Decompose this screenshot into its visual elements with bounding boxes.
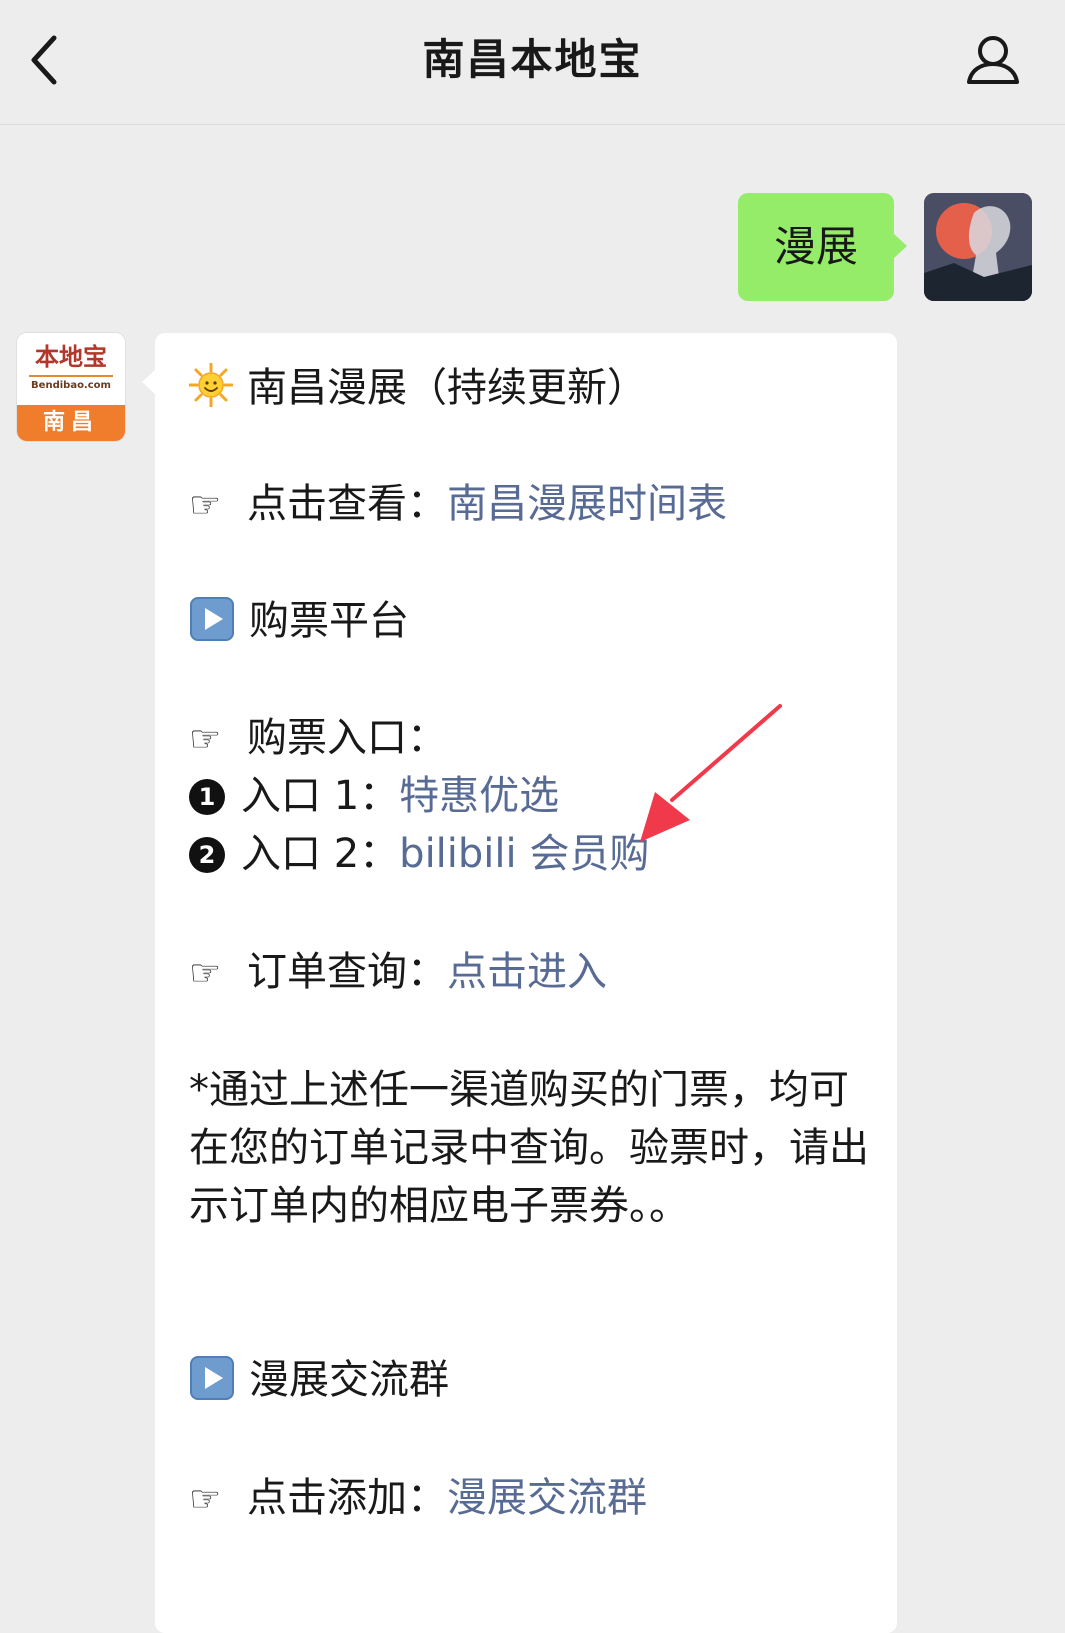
group-section-line: 漫展交流群 xyxy=(189,1351,449,1409)
logo-city-text: 南昌 xyxy=(17,405,125,441)
add-group-line: ☞ 点击添加：漫展交流群 xyxy=(189,1469,647,1529)
entry2-line: 2 入口 2：bilibili 会员购 xyxy=(189,825,649,883)
group-section-text: 漫展交流群 xyxy=(249,1357,449,1403)
pointing-hand-icon: ☞ xyxy=(189,485,222,526)
bot-avatar[interactable]: 本地宝 Bendibao.com 南昌 xyxy=(17,333,125,441)
add-group-label: 点击添加： xyxy=(247,1475,447,1521)
user-message-text: 漫展 xyxy=(773,222,858,271)
order-query-line: ☞ 订单查询：点击进入 xyxy=(189,943,607,1003)
page-title: 南昌本地宝 xyxy=(422,35,643,84)
order-query-label: 订单查询： xyxy=(247,949,447,995)
ticket-section-line: 购票平台 xyxy=(189,592,409,650)
pointing-hand-icon: ☞ xyxy=(189,953,222,994)
entry2-label: 入口 2： xyxy=(241,831,400,877)
pointing-hand-icon: ☞ xyxy=(189,1479,222,1520)
top-bar: 南昌本地宝 xyxy=(0,0,1065,125)
bot-message-bubble: 南昌漫展（持续更新） ☞ 点击查看：南昌漫展时间表 购票平台 ☞ 购票入口： 1 入口… xyxy=(142,333,897,1633)
play-button-icon xyxy=(189,596,235,642)
number-one-icon: 1 xyxy=(189,779,225,815)
play-button-icon xyxy=(189,1355,235,1401)
user-icon[interactable] xyxy=(963,30,1023,90)
view-schedule-label: 点击查看： xyxy=(247,481,447,527)
view-schedule-line: ☞ 点击查看：南昌漫展时间表 xyxy=(189,475,727,535)
ticket-entry-label: 购票入口： xyxy=(247,715,447,761)
heading-text: 南昌漫展（持续更新） xyxy=(247,365,647,411)
user-avatar[interactable] xyxy=(924,193,1032,301)
add-group-link[interactable]: 漫展交流群 xyxy=(447,1475,647,1521)
pointing-hand-icon: ☞ xyxy=(189,719,222,760)
order-query-link[interactable]: 点击进入 xyxy=(447,949,607,995)
ticket-entry-line: ☞ 购票入口： xyxy=(189,709,447,769)
ticket-section-text: 购票平台 xyxy=(249,598,409,644)
entry1-link[interactable]: 特惠优选 xyxy=(399,773,559,819)
entry1-label: 入口 1： xyxy=(241,773,400,819)
heading-line: 南昌漫展（持续更新） xyxy=(188,359,647,417)
schedule-link[interactable]: 南昌漫展时间表 xyxy=(447,481,727,527)
ticket-note: *通过上述任一渠道购买的门票，均可在您的订单记录中查询。验票时，请出示订单内的相… xyxy=(189,1067,869,1229)
number-two-icon: 2 xyxy=(189,837,225,873)
logo-sub-text: Bendibao.com xyxy=(29,375,113,393)
entry1-line: 1 入口 1：特惠优选 xyxy=(189,767,559,825)
logo-main-text: 本地宝 xyxy=(35,342,107,371)
sun-emoji-icon xyxy=(188,362,234,408)
user-message-bubble[interactable]: 漫展 xyxy=(738,193,907,301)
logo-top: 本地宝 Bendibao.com xyxy=(17,333,125,405)
entry2-link[interactable]: bilibili 会员购 xyxy=(399,831,649,877)
